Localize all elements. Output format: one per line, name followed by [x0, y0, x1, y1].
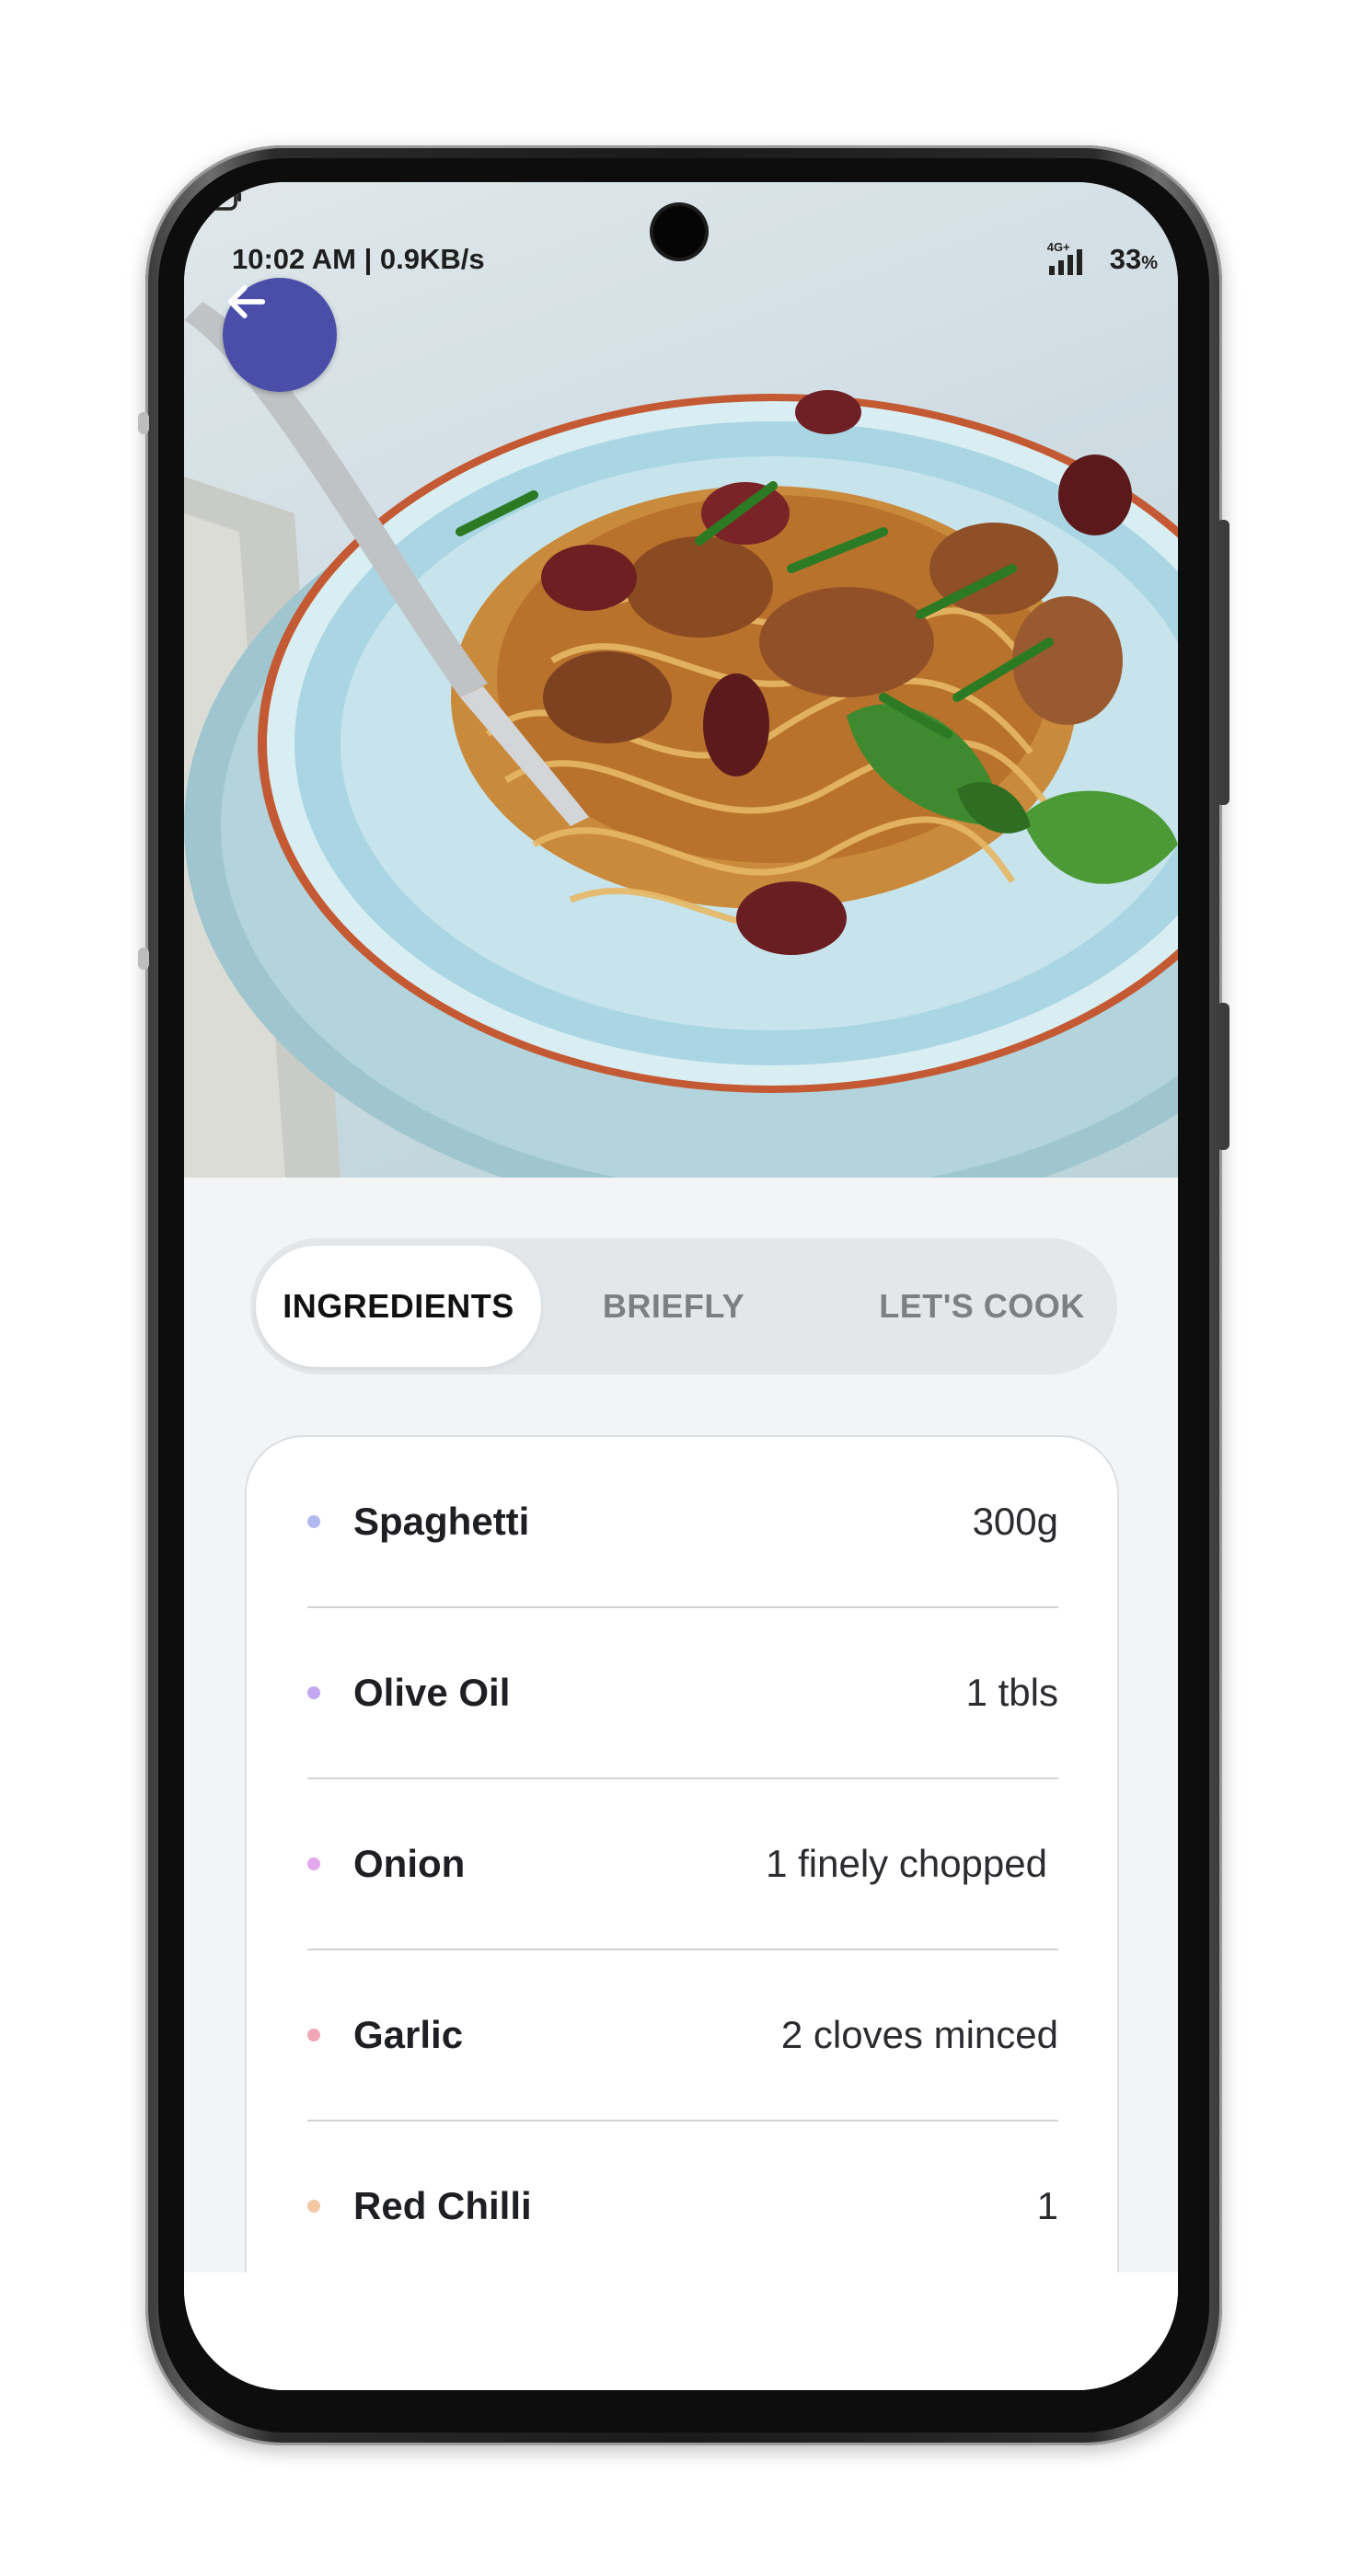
ingredient-quantity: 1 [1036, 2184, 1058, 2227]
ingredient-quantity: 300g [972, 1500, 1058, 1543]
ingredient-quantity: 1 finely chopped [766, 1842, 1047, 1885]
list-item: Olive Oil 1 tbls [307, 1608, 1058, 1777]
list-item: Garlic 2 cloves minced [307, 1950, 1058, 2120]
tab-ingredients[interactable]: INGREDIENTS [256, 1246, 541, 1367]
bottom-navigation-bar [184, 2272, 1178, 2390]
battery-icon [184, 183, 241, 211]
signal-4g-icon: 4G+ [1047, 240, 1093, 275]
volume-button [1217, 520, 1229, 805]
status-time: 10:02 AM | 0.9KB/s [232, 243, 485, 275]
app-screen: 10:02 AM | 0.9KB/s 4G+ 33% INGREDIENTS B… [184, 182, 1178, 2390]
battery-percent: 33% [1109, 243, 1158, 275]
ingredients-list: Spaghetti 300g Olive Oil 1 tbls Onion 1 … [245, 1435, 1119, 2390]
back-button[interactable] [223, 278, 337, 392]
frame-antenna-line [138, 412, 149, 434]
frame-antenna-line [138, 948, 149, 970]
list-item: Onion 1 finely chopped [307, 1779, 1058, 1949]
bullet-dot [307, 1686, 320, 1699]
tab-lets-cook[interactable]: LET'S COOK [858, 1246, 1106, 1367]
ingredient-name: Spaghetti [353, 1500, 530, 1543]
list-item: Red Chilli 1 [307, 2122, 1058, 2291]
bullet-dot [307, 2029, 320, 2041]
bullet-dot [307, 1515, 320, 1528]
ingredient-name: Olive Oil [353, 1671, 511, 1714]
bullet-dot [307, 2200, 320, 2213]
tab-briefly[interactable]: BRIEFLY [582, 1246, 766, 1367]
ingredient-name: Garlic [353, 2013, 464, 2056]
back-arrow-icon [227, 285, 266, 318]
ingredient-name: Onion [353, 1842, 466, 1885]
bullet-dot [307, 1857, 320, 1870]
front-camera [653, 206, 705, 258]
recipe-hero-image: 10:02 AM | 0.9KB/s 4G+ 33% [184, 182, 1178, 1178]
ingredient-name: Red Chilli [353, 2184, 532, 2227]
ingredient-quantity: 2 cloves minced [780, 2013, 1058, 2056]
list-item: Spaghetti 300g [307, 1437, 1058, 1606]
ingredient-quantity: 1 tbls [965, 1671, 1058, 1714]
power-button [1217, 1003, 1229, 1150]
recipe-tabs: INGREDIENTS BRIEFLY LET'S COOK [250, 1238, 1117, 1374]
